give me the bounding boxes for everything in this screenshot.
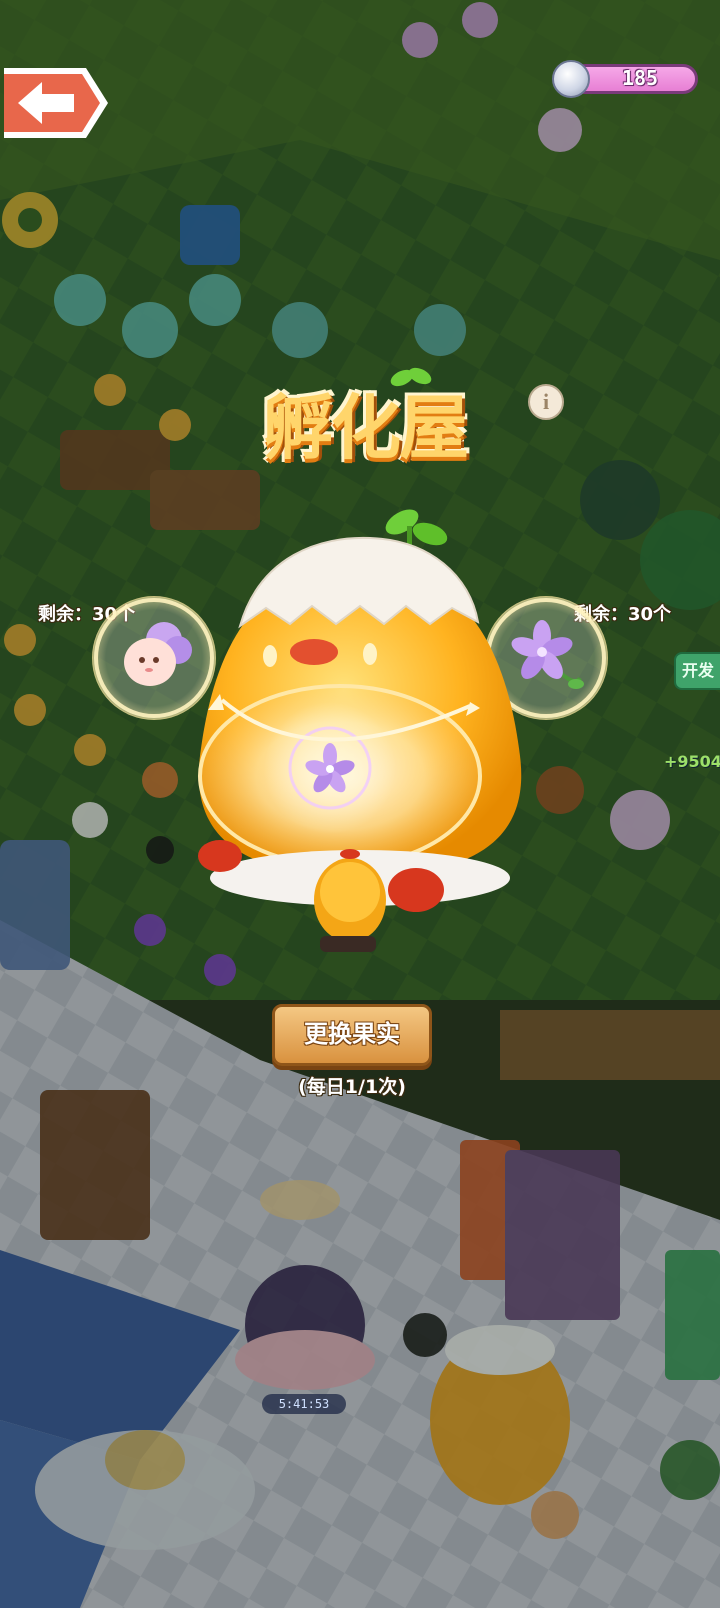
daily-limit-label: (每日1/1次)	[298, 1076, 406, 1098]
back-button[interactable]	[0, 62, 112, 144]
currency-display: 185	[552, 60, 702, 98]
chick-incubator[interactable]	[180, 496, 540, 966]
build-timer: 5:41:53	[262, 1394, 346, 1414]
hatchery-title: 孵化屋	[220, 362, 520, 480]
hatchery-title-text: 孵化屋	[263, 387, 469, 469]
currency-value: 185	[621, 66, 659, 90]
change-fruit-button[interactable]: 更换果实	[272, 1004, 432, 1066]
side-open-button[interactable]: 开发	[674, 652, 720, 690]
side-counter: +9504	[664, 752, 720, 771]
silver-coin-icon	[552, 60, 590, 98]
info-icon[interactable]: i	[528, 384, 564, 420]
sprout-icon	[390, 367, 432, 387]
